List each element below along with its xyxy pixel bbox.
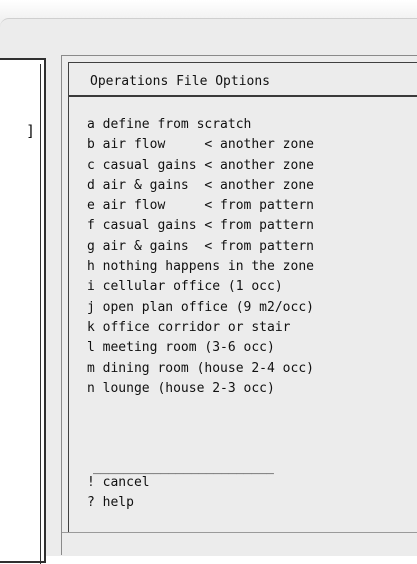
menu-item-nothing-happens[interactable]: h nothing happens in the zone (87, 257, 314, 277)
menu-item-meeting-room[interactable]: l meeting room (3-6 occ) (87, 338, 314, 358)
dialog-frame: Operations File Options a define from sc… (68, 62, 417, 532)
title-separator (69, 95, 417, 97)
menu-item-casual-gains-pattern[interactable]: f casual gains < from pattern (87, 216, 314, 236)
menu-item-help[interactable]: ? help (87, 493, 150, 513)
menu-item-air-gains-another-zone[interactable]: d air & gains < another zone (87, 176, 314, 196)
menu-item-define-from-scratch[interactable]: a define from scratch (87, 115, 314, 135)
dialog-title: Operations File Options (90, 74, 271, 89)
menu-item-air-flow-another-zone[interactable]: b air flow < another zone (87, 135, 314, 155)
menu-item-dining-room[interactable]: m dining room (house 2-4 occ) (87, 359, 314, 379)
options-menu: a define from scratch b air flow < anoth… (87, 115, 314, 399)
left-panel-bracket: ] (26, 122, 36, 140)
menu-item-air-gains-pattern[interactable]: g air & gains < from pattern (87, 237, 314, 257)
left-panel: ] (0, 58, 46, 564)
menu-item-air-flow-pattern[interactable]: e air flow < from pattern (87, 196, 314, 216)
menu-item-lounge[interactable]: n lounge (house 2-3 occ) (87, 379, 314, 399)
menu-item-casual-gains-another-zone[interactable]: c casual gains < another zone (87, 156, 314, 176)
menu-item-office-corridor[interactable]: k office corridor or stair (87, 318, 314, 338)
footer-menu: ! cancel ? help (87, 473, 150, 514)
dialog-bottom-edge (62, 532, 417, 533)
operations-options-dialog: Operations File Options a define from sc… (61, 55, 417, 555)
menu-item-open-plan-office[interactable]: j open plan office (9 m2/occ) (87, 298, 314, 318)
menu-item-cancel[interactable]: ! cancel (87, 473, 150, 493)
menu-item-cellular-office[interactable]: i cellular office (1 occ) (87, 277, 314, 297)
